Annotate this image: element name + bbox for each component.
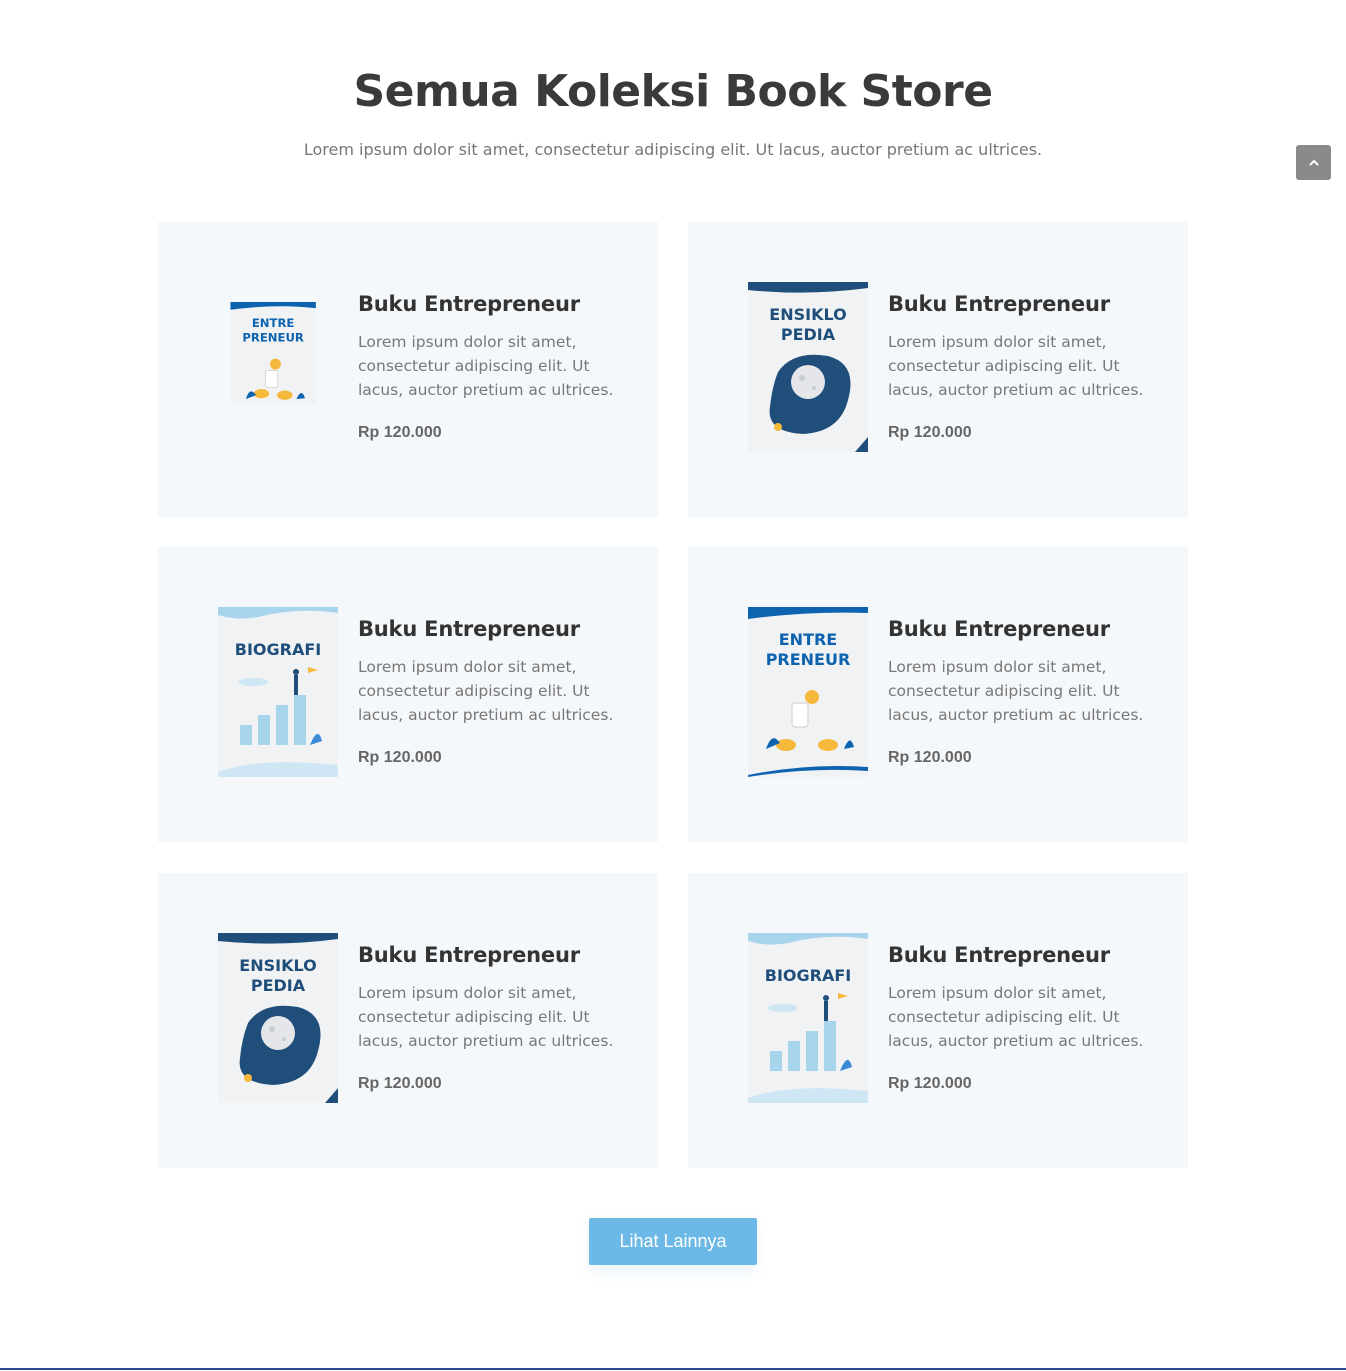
product-title[interactable]: Buku Entrepreneur [888, 617, 1148, 641]
book-cover-entrepreneur[interactable]: ENTRE PRENEUR [748, 607, 868, 777]
book-cover-biografi[interactable]: BIOGRAFI [748, 933, 868, 1103]
cover-text: ENSIKLO [769, 305, 846, 324]
product-price: Rp 120.000 [888, 749, 972, 766]
cover-text: PEDIA [781, 325, 836, 344]
product-description: Lorem ipsum dolor sit amet, consectetur … [358, 658, 614, 724]
product-title[interactable]: Buku Entrepreneur [358, 617, 618, 641]
product-title[interactable]: Buku Entrepreneur [358, 943, 618, 967]
book-cover-ensiklopedia[interactable]: ENSIKLO PEDIA [748, 282, 868, 452]
product-card[interactable]: ENSIKLO PEDIA Buku Entrepreneur Lorem ip… [158, 873, 658, 1168]
book-cover-biografi[interactable]: BIOGRAFI [218, 607, 338, 777]
product-price: Rp 120.000 [888, 424, 972, 441]
product-description: Lorem ipsum dolor sit amet, consectetur … [888, 658, 1144, 724]
product-price: Rp 120.000 [888, 1075, 972, 1092]
see-more-button[interactable]: Lihat Lainnya [589, 1218, 757, 1265]
product-description: Lorem ipsum dolor sit amet, consectetur … [358, 984, 614, 1050]
product-price: Rp 120.000 [358, 1075, 442, 1092]
cover-text: BIOGRAFI [235, 640, 321, 659]
scroll-to-top-button[interactable] [1296, 145, 1331, 180]
product-card[interactable]: ENSIKLO PEDIA Buku Entrepreneur Lorem ip… [688, 222, 1188, 517]
cover-text: PEDIA [251, 976, 306, 995]
book-cover-entrepreneur[interactable]: ENTRE PRENEUR [222, 302, 332, 434]
product-description: Lorem ipsum dolor sit amet, consectetur … [888, 333, 1144, 399]
product-card[interactable]: ENTRE PRENEUR Buku Entrepreneur Lorem ip… [688, 547, 1188, 842]
product-description: Lorem ipsum dolor sit amet, consectetur … [888, 984, 1144, 1050]
product-price: Rp 120.000 [358, 749, 442, 766]
product-title[interactable]: Buku Entrepreneur [358, 292, 618, 316]
page-subtitle: Lorem ipsum dolor sit amet, consectetur … [303, 140, 1043, 159]
chevron-up-icon [1308, 159, 1319, 166]
cover-text: BIOGRAFI [765, 966, 851, 985]
cover-text: PRENEUR [766, 650, 851, 669]
product-price: Rp 120.000 [358, 424, 442, 441]
product-title[interactable]: Buku Entrepreneur [888, 292, 1148, 316]
product-card[interactable]: BIOGRAFI Buku Entrepreneur Lorem ipsum d… [158, 547, 658, 842]
footer-divider [0, 1368, 1346, 1370]
page-title: Semua Koleksi Book Store [353, 66, 993, 117]
book-cover-ensiklopedia[interactable]: ENSIKLO PEDIA [218, 933, 338, 1103]
product-description: Lorem ipsum dolor sit amet, consectetur … [358, 333, 614, 399]
cover-text: ENTRE [252, 316, 295, 330]
product-card[interactable]: ENTRE PRENEUR Buku Entrepreneur Lorem ip… [158, 222, 658, 517]
product-card[interactable]: BIOGRAFI Buku Entrepreneur Lorem ipsum d… [688, 873, 1188, 1168]
cover-text: ENSIKLO [239, 956, 316, 975]
cover-text: ENTRE [779, 630, 837, 649]
product-title[interactable]: Buku Entrepreneur [888, 943, 1148, 967]
cover-text: PRENEUR [242, 331, 304, 345]
